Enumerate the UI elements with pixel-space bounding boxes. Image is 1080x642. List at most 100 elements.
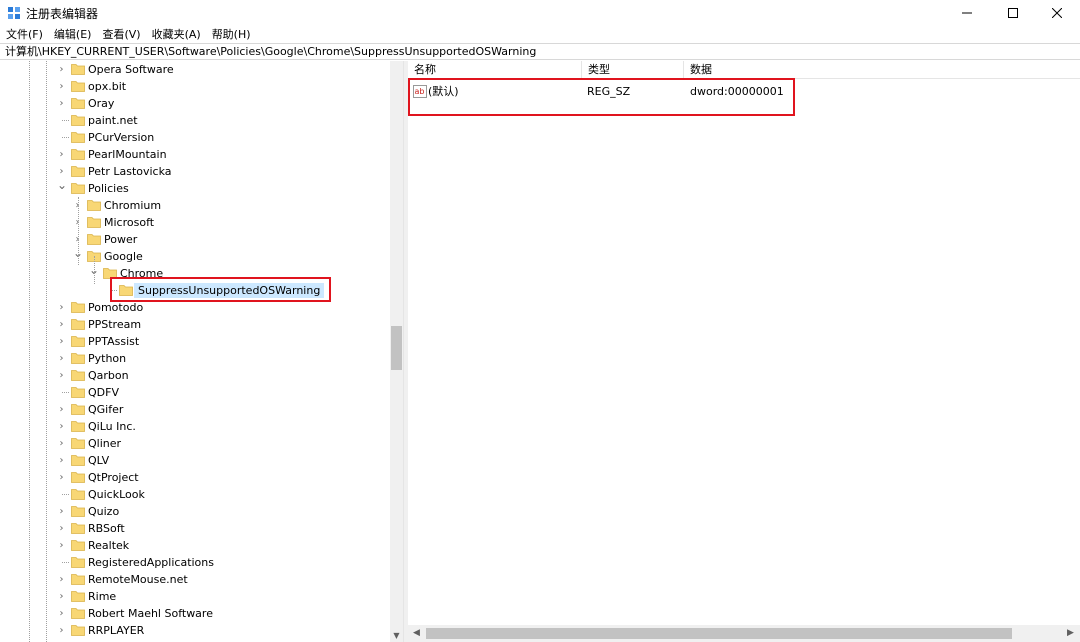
window-title: 注册表编辑器 bbox=[26, 7, 99, 21]
tree-item[interactable]: › RemoteMouse.net bbox=[0, 571, 390, 588]
tree-connector bbox=[62, 120, 69, 121]
tree-item[interactable]: › Power bbox=[0, 231, 390, 248]
minimize-button[interactable] bbox=[944, 0, 990, 26]
chevron-right-icon[interactable]: › bbox=[57, 370, 66, 381]
folder-icon bbox=[71, 506, 85, 517]
tree-vertical-scrollbar[interactable]: ▼ bbox=[390, 61, 403, 642]
chevron-right-icon[interactable]: › bbox=[57, 336, 66, 347]
chevron-right-icon[interactable]: › bbox=[57, 574, 66, 585]
highlight-box-key bbox=[110, 277, 331, 302]
tree-item[interactable]: › QiLu Inc. bbox=[0, 418, 390, 435]
column-name[interactable]: 名称 bbox=[408, 61, 582, 79]
chevron-right-icon[interactable]: › bbox=[57, 540, 66, 551]
menu-view[interactable]: 查看(V) bbox=[96, 26, 145, 43]
tree-item-label: QLV bbox=[88, 454, 110, 467]
chevron-right-icon[interactable]: › bbox=[57, 353, 66, 364]
tree-item[interactable]: › QLV bbox=[0, 452, 390, 469]
maximize-button[interactable] bbox=[990, 0, 1036, 26]
chevron-right-icon[interactable]: › bbox=[57, 438, 66, 449]
tree-item[interactable]: › opx.bit bbox=[0, 78, 390, 95]
close-button[interactable] bbox=[1034, 0, 1080, 26]
tree-guide-line bbox=[94, 256, 95, 284]
tree-item[interactable]: QuickLook bbox=[0, 486, 390, 503]
scroll-right-icon[interactable]: ▶ bbox=[1064, 627, 1077, 640]
values-list[interactable]: 名称 类型 数据 ab (默认) REG_SZ dword:00000001 bbox=[408, 61, 1080, 642]
chevron-down-icon[interactable]: ⌄ bbox=[57, 179, 67, 191]
tree-item-label: Qliner bbox=[88, 437, 122, 450]
tree-item[interactable]: › Qliner bbox=[0, 435, 390, 452]
chevron-right-icon[interactable]: › bbox=[57, 302, 66, 313]
chevron-right-icon[interactable]: › bbox=[57, 608, 66, 619]
registry-key-tree[interactable]: › Opera Software › opx.bit › Oray paint.net PCu… bbox=[0, 61, 390, 642]
folder-icon bbox=[71, 455, 85, 466]
tree-item[interactable]: › PPTAssist bbox=[0, 333, 390, 350]
folder-icon bbox=[87, 217, 101, 228]
column-type[interactable]: 类型 bbox=[582, 61, 684, 79]
address-bar[interactable]: 计算机\HKEY_CURRENT_USER\Software\Policies\… bbox=[0, 43, 1080, 60]
tree-item[interactable]: › Qarbon bbox=[0, 367, 390, 384]
chevron-right-icon[interactable]: › bbox=[57, 64, 66, 75]
values-horizontal-scrollbar[interactable]: ◀ ▶ bbox=[408, 625, 1080, 642]
tree-scrollbar-thumb[interactable] bbox=[391, 326, 402, 370]
values-scrollbar-thumb[interactable] bbox=[426, 628, 1012, 639]
tree-item[interactable]: › PearlMountain bbox=[0, 146, 390, 163]
folder-icon bbox=[71, 98, 85, 109]
tree-item[interactable]: QDFV bbox=[0, 384, 390, 401]
scroll-left-icon[interactable]: ◀ bbox=[410, 627, 423, 640]
chevron-right-icon[interactable]: › bbox=[57, 472, 66, 483]
tree-item[interactable]: › RBSoft bbox=[0, 520, 390, 537]
folder-icon bbox=[71, 387, 85, 398]
chevron-right-icon[interactable]: › bbox=[57, 81, 66, 92]
folder-icon bbox=[71, 302, 85, 313]
tree-item[interactable]: › Quizo bbox=[0, 503, 390, 520]
tree-item[interactable]: › PPStream bbox=[0, 316, 390, 333]
tree-item[interactable]: › Python bbox=[0, 350, 390, 367]
chevron-right-icon[interactable]: › bbox=[57, 98, 66, 109]
tree-item-label: Opera Software bbox=[88, 63, 174, 76]
tree-item-label: Realtek bbox=[88, 539, 130, 552]
chevron-right-icon[interactable]: › bbox=[57, 421, 66, 432]
folder-icon bbox=[87, 234, 101, 245]
tree-item[interactable]: › Realtek bbox=[0, 537, 390, 554]
folder-icon bbox=[71, 81, 85, 92]
highlight-box-value bbox=[408, 78, 795, 116]
registry-editor-icon bbox=[8, 7, 20, 19]
tree-item-label: paint.net bbox=[88, 114, 138, 127]
tree-item-label: PPTAssist bbox=[88, 335, 140, 348]
tree-item-label: Petr Lastovicka bbox=[88, 165, 172, 178]
chevron-right-icon[interactable]: › bbox=[57, 506, 66, 517]
chevron-right-icon[interactable]: › bbox=[57, 404, 66, 415]
menu-edit[interactable]: 编辑(E) bbox=[48, 26, 97, 43]
tree-item[interactable]: ⌄ Google bbox=[0, 247, 390, 265]
chevron-right-icon[interactable]: › bbox=[57, 625, 66, 636]
tree-item[interactable]: › Robert Maehl Software bbox=[0, 605, 390, 622]
folder-icon bbox=[71, 523, 85, 534]
tree-item[interactable]: › Rime bbox=[0, 588, 390, 605]
chevron-right-icon[interactable]: › bbox=[57, 166, 66, 177]
chevron-right-icon[interactable]: › bbox=[57, 455, 66, 466]
tree-item[interactable]: › Oray bbox=[0, 95, 390, 112]
tree-item[interactable]: PCurVersion bbox=[0, 129, 390, 146]
tree-item[interactable]: › Chromium bbox=[0, 197, 390, 214]
menu-favorites[interactable]: 收藏夹(A) bbox=[146, 26, 206, 43]
tree-connector bbox=[62, 494, 69, 495]
tree-item[interactable]: ⌄ Policies bbox=[0, 179, 390, 197]
chevron-right-icon[interactable]: › bbox=[57, 523, 66, 534]
menu-file[interactable]: 文件(F) bbox=[0, 26, 48, 43]
column-data[interactable]: 数据 bbox=[684, 61, 1080, 79]
tree-item-label: QGifer bbox=[88, 403, 124, 416]
tree-item-label: QiLu Inc. bbox=[88, 420, 136, 433]
tree-item[interactable]: › QGifer bbox=[0, 401, 390, 418]
tree-item[interactable]: RegisteredApplications bbox=[0, 554, 390, 571]
tree-item[interactable]: › QtProject bbox=[0, 469, 390, 486]
scroll-down-icon[interactable]: ▼ bbox=[390, 629, 403, 642]
tree-item[interactable]: › RRPLAYER bbox=[0, 622, 390, 639]
title-bar[interactable]: 注册表编辑器 bbox=[0, 0, 1080, 26]
chevron-right-icon[interactable]: › bbox=[57, 591, 66, 602]
chevron-right-icon[interactable]: › bbox=[57, 149, 66, 160]
chevron-right-icon[interactable]: › bbox=[57, 319, 66, 330]
tree-item[interactable]: › Microsoft bbox=[0, 214, 390, 231]
tree-item[interactable]: › Opera Software bbox=[0, 61, 390, 78]
menu-help[interactable]: 帮助(H) bbox=[206, 26, 256, 43]
tree-item[interactable]: paint.net bbox=[0, 112, 390, 129]
